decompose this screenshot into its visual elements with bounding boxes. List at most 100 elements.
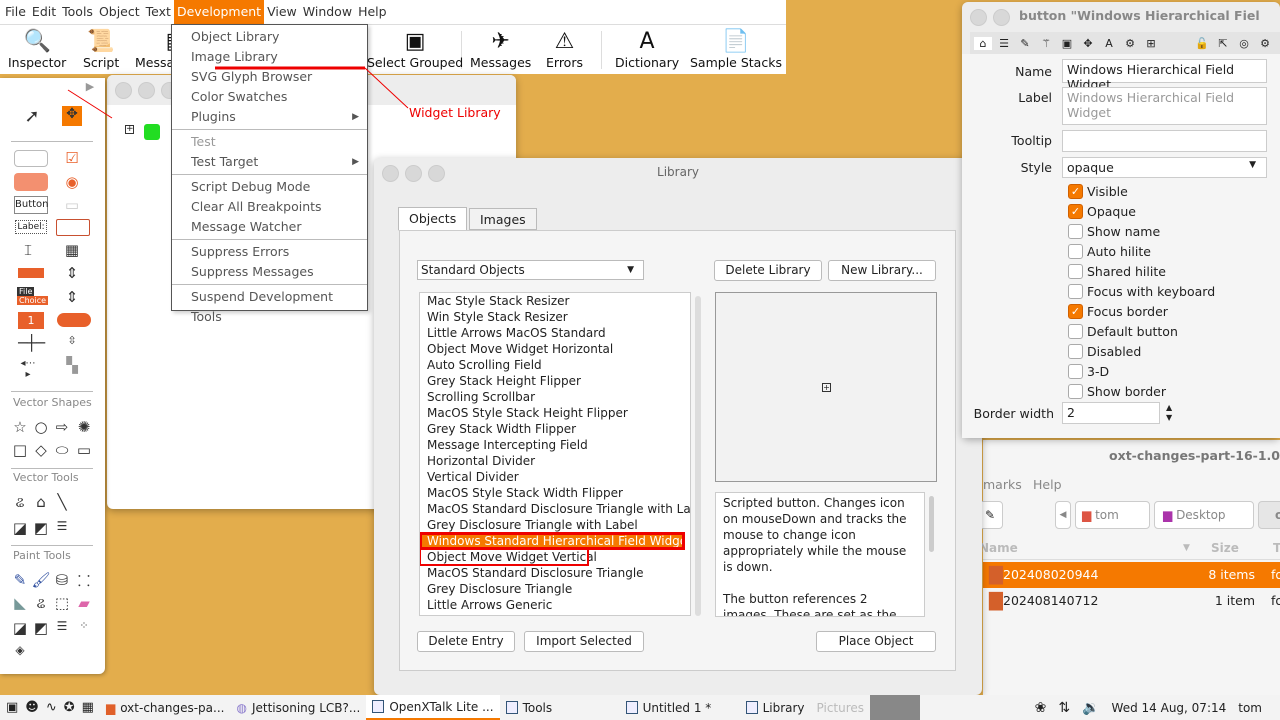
checkbox-3-d[interactable]: 3-D: [1068, 364, 1109, 379]
push-button-tool[interactable]: [14, 150, 48, 167]
menu-item-suppress-messages[interactable]: Suppress Messages: [172, 262, 367, 282]
default-button-tool[interactable]: [14, 173, 48, 191]
checkbox-checked-icon[interactable]: ✓: [1068, 204, 1083, 219]
star-shape-icon[interactable]: ☆: [10, 418, 30, 436]
menu-item-suspend-development-tools[interactable]: Suspend Development Tools: [172, 287, 367, 324]
wand-icon[interactable]: ⚚: [1037, 37, 1055, 50]
menu-item-message-watcher[interactable]: Message Watcher: [172, 217, 367, 237]
checkbox-show-name[interactable]: Show name: [1068, 224, 1160, 239]
toolbar-messages-button[interactable]: ✈ Messages: [470, 29, 531, 70]
lasso-tool-icon[interactable]: ଌ: [31, 594, 51, 612]
menu-item-object-library[interactable]: Object Library: [172, 27, 367, 47]
label-field[interactable]: Windows Hierarchical Field Widget: [1062, 87, 1267, 125]
window-controls[interactable]: [115, 82, 178, 99]
arrow-shape-icon[interactable]: ⇨: [52, 418, 72, 436]
menu-bookmarks[interactable]: marks: [983, 477, 1022, 492]
tab-objects[interactable]: Objects: [398, 207, 468, 231]
checkbox-opaque[interactable]: ✓ Opaque: [1068, 204, 1136, 219]
toolbar-dictionary-button[interactable]: A Dictionary: [615, 29, 679, 70]
radio-button-tool-icon[interactable]: ◉: [62, 173, 82, 191]
list-item[interactable]: Little Arrows MacOS Standard: [420, 325, 690, 341]
raspberry-icon[interactable]: ❀: [1035, 700, 1047, 716]
taskbar-task[interactable]: ▆ oxt-changes-pa...: [100, 695, 231, 720]
taskbar-task[interactable]: OpenXTalk Lite ...: [366, 695, 500, 720]
selected-widget[interactable]: [144, 124, 160, 140]
category-select[interactable]: Standard Objects ▼: [417, 260, 644, 280]
menu-text[interactable]: Text: [143, 0, 174, 24]
option-menu-tool-icon[interactable]: ⇕: [62, 264, 82, 282]
checkbox-focus-with-keyboard[interactable]: Focus with keyboard: [1068, 284, 1215, 299]
spray-tool-icon[interactable]: ⸬: [74, 571, 94, 591]
list-item[interactable]: Object Move Widget Vertical: [420, 548, 597, 566]
slider-tool-icon[interactable]: ─┼─: [18, 334, 45, 352]
gear-icon[interactable]: ⚙: [1256, 37, 1274, 50]
menu-development[interactable]: Development: [173, 0, 265, 24]
path-button-desktop[interactable]: ▆ Desktop: [1154, 501, 1254, 529]
checkbox-unchecked-icon[interactable]: [1068, 384, 1083, 399]
menu-window[interactable]: Window: [300, 0, 355, 24]
list-scrollbar[interactable]: [695, 296, 701, 616]
toolbar-inspector-button[interactable]: 🔍 Inspector: [8, 29, 66, 70]
choice-menu-tool[interactable]: Choice: [17, 296, 49, 305]
standard-button-tool[interactable]: Button: [14, 196, 49, 214]
user-name[interactable]: tom: [1232, 695, 1280, 720]
list-item[interactable]: Horizontal Divider: [420, 453, 690, 469]
checkbox-unchecked-icon[interactable]: [1068, 244, 1083, 259]
list-item[interactable]: MacOS Standard Disclosure Triangle: [420, 565, 690, 581]
menu-tools[interactable]: Tools: [59, 0, 96, 24]
back-arrow-button[interactable]: ◀: [1055, 501, 1071, 529]
checkbox-visible[interactable]: ✓ Visible: [1068, 184, 1128, 199]
border-width-field[interactable]: 2: [1062, 402, 1160, 424]
player-tool-icon[interactable]: ▚: [62, 356, 82, 374]
taskbar-task[interactable]: Library: [740, 695, 811, 720]
pattern-icon[interactable]: ◈: [10, 643, 30, 657]
menu-file[interactable]: File: [2, 0, 29, 24]
burst-shape-icon[interactable]: ✺: [74, 418, 94, 436]
list-item[interactable]: Grey Stack Width Flipper: [420, 421, 690, 437]
menu-item-svg-glyph-browser[interactable]: SVG Glyph Browser: [172, 67, 367, 87]
checkbox-unchecked-icon[interactable]: [1068, 224, 1083, 239]
checkbox-unchecked-icon[interactable]: [1068, 344, 1083, 359]
name-field[interactable]: Windows Hierarchical Field Widget: [1062, 59, 1267, 92]
checkbox-auto-hilite[interactable]: Auto hilite: [1068, 244, 1151, 259]
list-item[interactable]: Grey Disclosure Triangle: [420, 581, 690, 597]
volume-icon[interactable]: 🔉: [1082, 700, 1099, 716]
column-name[interactable]: Name: [979, 536, 1018, 560]
file-row[interactable]: ▇ 202408020944 8 items fo: [983, 562, 1280, 588]
checkbox-focus-border[interactable]: ✓ Focus border: [1068, 304, 1168, 319]
diamond-shape-icon[interactable]: ◇: [31, 441, 51, 459]
expand-icon[interactable]: +: [125, 125, 134, 134]
pencil-icon[interactable]: ✎: [1016, 37, 1034, 50]
checkbox-tool-icon[interactable]: ☑: [62, 149, 82, 167]
fill-color-icon[interactable]: ◩: [31, 519, 51, 537]
paint-line-color-icon[interactable]: ◪: [10, 619, 30, 637]
label-tool[interactable]: Label:: [15, 220, 47, 234]
paint-line-width-icon[interactable]: ☰: [52, 619, 72, 633]
rectangle-shape-icon[interactable]: □: [10, 441, 30, 459]
select-tool-icon[interactable]: ⬚: [52, 594, 72, 612]
column-size[interactable]: Size: [1211, 536, 1239, 560]
tab-images[interactable]: Images: [469, 208, 537, 230]
table-field-tool-icon[interactable]: ▦: [62, 241, 82, 259]
style-select[interactable]: opaque ▼: [1062, 157, 1267, 178]
launcher-icons[interactable]: ▣ ☻ ∿ ✪ ▦: [0, 695, 100, 720]
scrollbar-tool-icon[interactable]: ◂⋯▸: [18, 358, 38, 380]
list-item[interactable]: Vertical Divider: [420, 469, 690, 485]
menu-item-color-swatches[interactable]: Color Swatches: [172, 87, 367, 107]
scrolling-field-tool-icon[interactable]: 𝙸: [18, 241, 38, 259]
text-icon[interactable]: A: [1100, 37, 1118, 50]
polygon-tool-icon[interactable]: ⌂: [31, 493, 51, 511]
monitor-icon[interactable]: ∿: [46, 700, 57, 715]
description-scrollbar[interactable]: [929, 496, 934, 552]
checkbox-unchecked-icon[interactable]: [1068, 364, 1083, 379]
browse-tool-icon[interactable]: ➚: [22, 106, 42, 127]
scrolling-list-tool[interactable]: [18, 268, 44, 278]
speech-bubble-shape-icon[interactable]: ▭: [74, 441, 94, 459]
menu-item-image-library[interactable]: Image Library: [172, 47, 367, 67]
field-tool[interactable]: [56, 219, 90, 236]
place-object-button[interactable]: Place Object: [816, 631, 936, 652]
taskbar-task[interactable]: ◍ Jettisoning LCB?...: [230, 695, 366, 720]
clock[interactable]: Wed 14 Aug, 07:14: [1106, 695, 1233, 720]
gears-icon[interactable]: ⚙: [1121, 37, 1139, 50]
line-width-icon[interactable]: ☰: [52, 519, 72, 533]
